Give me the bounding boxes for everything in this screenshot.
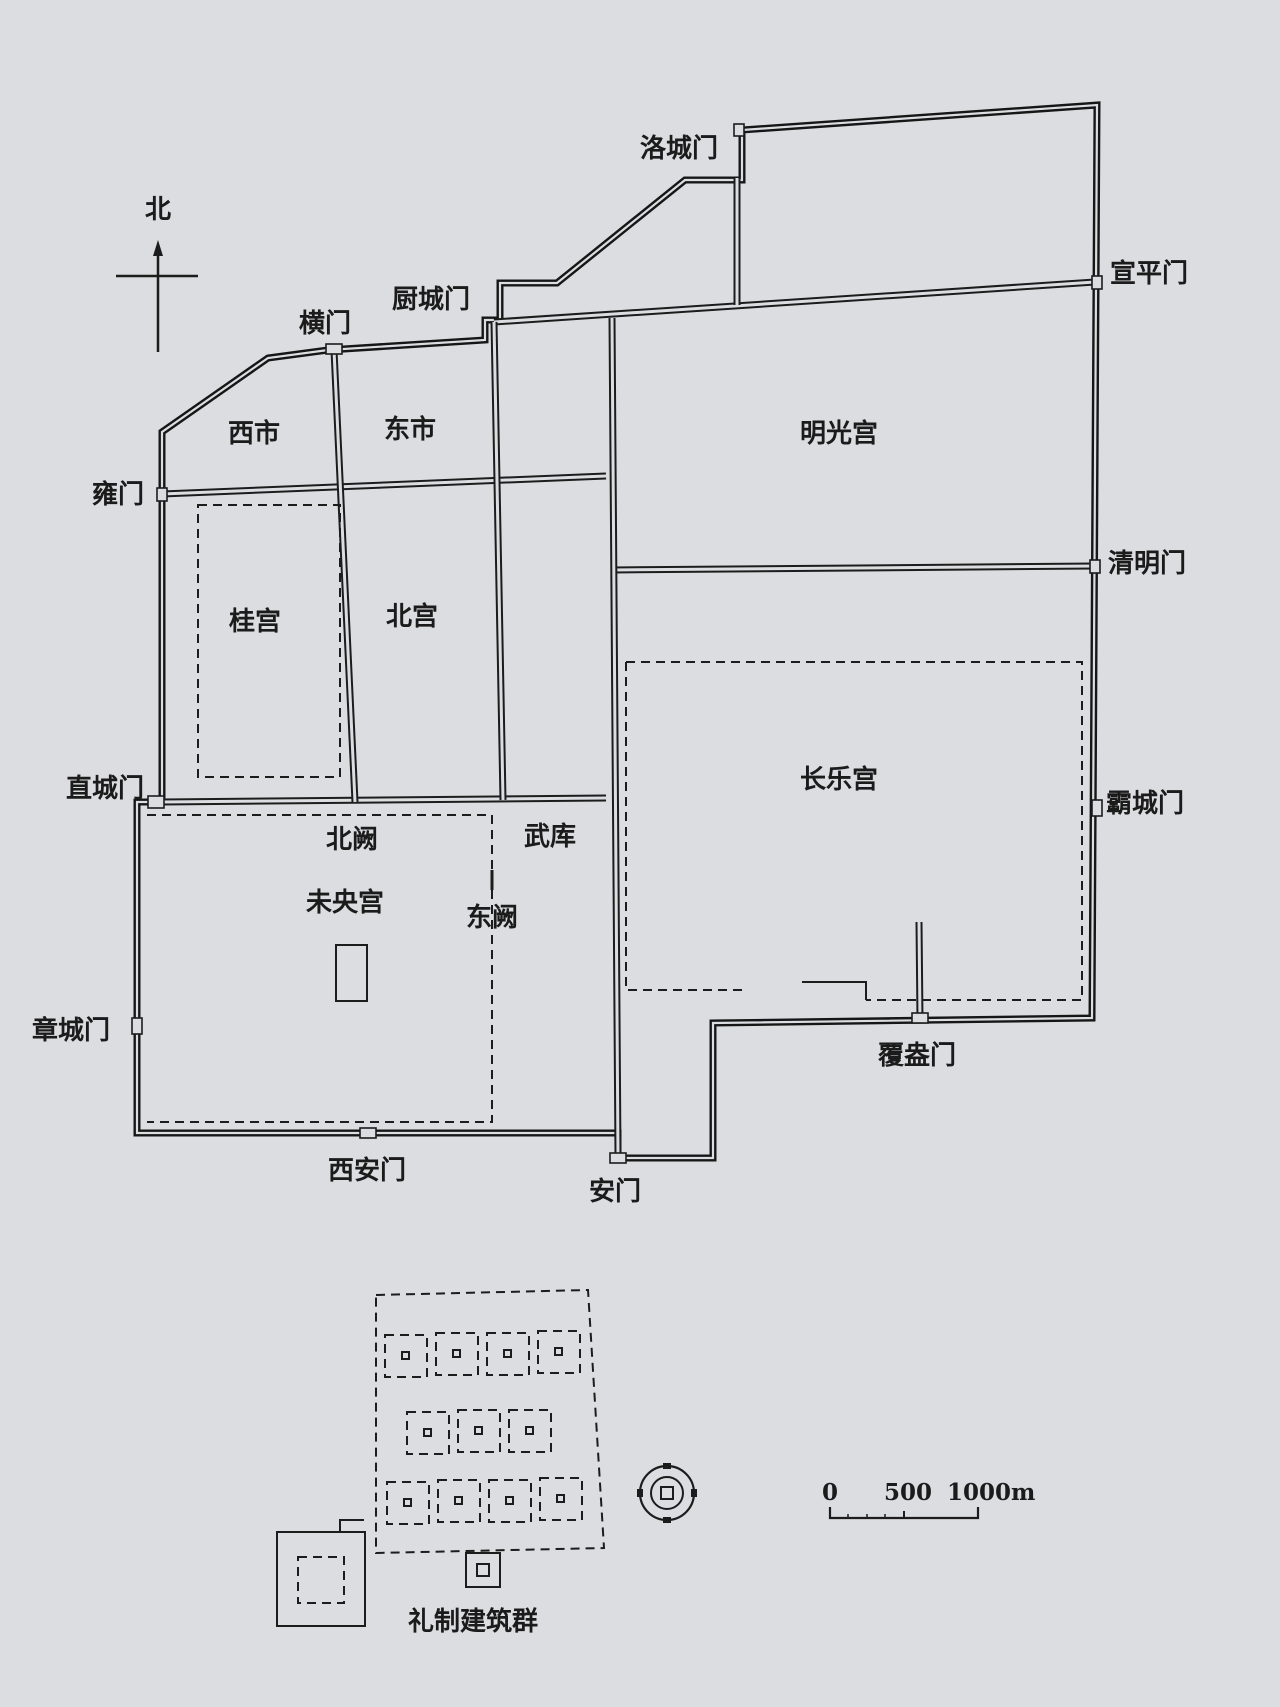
area-label-beique: 北阙 [326, 825, 378, 855]
ritual-row-1 [384, 1330, 581, 1378]
gate-label-an: 安门 [589, 1177, 641, 1207]
round-altar-icon [637, 1463, 697, 1523]
area-label-dongshi: 东市 [384, 414, 436, 445]
ritual-row-2 [406, 1409, 552, 1455]
scale-tick-0: 0 [822, 1479, 838, 1506]
changle-palace-boundary-west [625, 662, 742, 991]
front-hall-building [335, 944, 368, 1002]
area-label-gui: 桂宫 [229, 606, 281, 637]
area-label-mingguang: 明光宫 [800, 418, 878, 449]
gate-label-luocheng: 洛城门 [640, 133, 718, 164]
area-label-dongque: 东阙 [466, 902, 518, 933]
scale-tick-1000m: 1000m [947, 1479, 1035, 1506]
gui-palace-boundary [197, 504, 341, 778]
area-label-wuku: 武库 [524, 822, 576, 852]
changle-palace-boundary [626, 661, 1083, 1001]
ritual-south-gate-building [465, 1552, 501, 1588]
han-changan-map: 北 洛城门 宣平门 厨城门 横门 雍门 清明门 直城门 霸城门 章城门 覆盎门 … [0, 0, 1280, 1707]
area-label-weiyang: 未央宫 [306, 887, 384, 918]
ritual-sw-compound [276, 1519, 366, 1627]
gate-label-heng: 横门 [299, 309, 351, 339]
ritual-row-3 [386, 1477, 583, 1525]
north-label: 北 [145, 195, 171, 225]
gate-label-xuanping: 宣平门 [1110, 258, 1188, 289]
gate-label-chucheng: 厨城门 [392, 285, 470, 315]
map-canvas: 北 洛城门 宣平门 厨城门 横门 雍门 清明门 直城门 霸城门 章城门 覆盎门 … [32, 101, 1188, 1637]
gate-label-bacheng: 霸城门 [1106, 789, 1184, 819]
gate-label-yong: 雍门 [92, 479, 144, 510]
ritual-south-gate-core [476, 1563, 490, 1577]
area-label-bei: 北宫 [386, 601, 438, 632]
gate-label-fuang: 覆盎门 [877, 1041, 956, 1071]
scale-bar: 0 500 1000m [822, 1479, 1035, 1520]
weiyang-palace-boundary [147, 814, 493, 1123]
gate-label-qingming: 清明门 [1108, 549, 1186, 579]
ritual-complex: 礼制建筑群 [276, 1288, 697, 1637]
north-arrow-icon [116, 240, 198, 352]
scale-tick-500: 500 [884, 1479, 932, 1506]
area-label-changle: 长乐宫 [800, 764, 878, 795]
gate-label-xian: 西安门 [328, 1156, 406, 1186]
changle-inner-wall [802, 981, 867, 1000]
gate-label-zhicheng: 直城门 [66, 774, 144, 804]
area-label-xishi: 西市 [228, 418, 280, 449]
ritual-compound-boundary [375, 1288, 606, 1555]
gate-label-zhangcheng: 章城门 [32, 1015, 110, 1046]
ritual-complex-label: 礼制建筑群 [408, 1606, 538, 1637]
